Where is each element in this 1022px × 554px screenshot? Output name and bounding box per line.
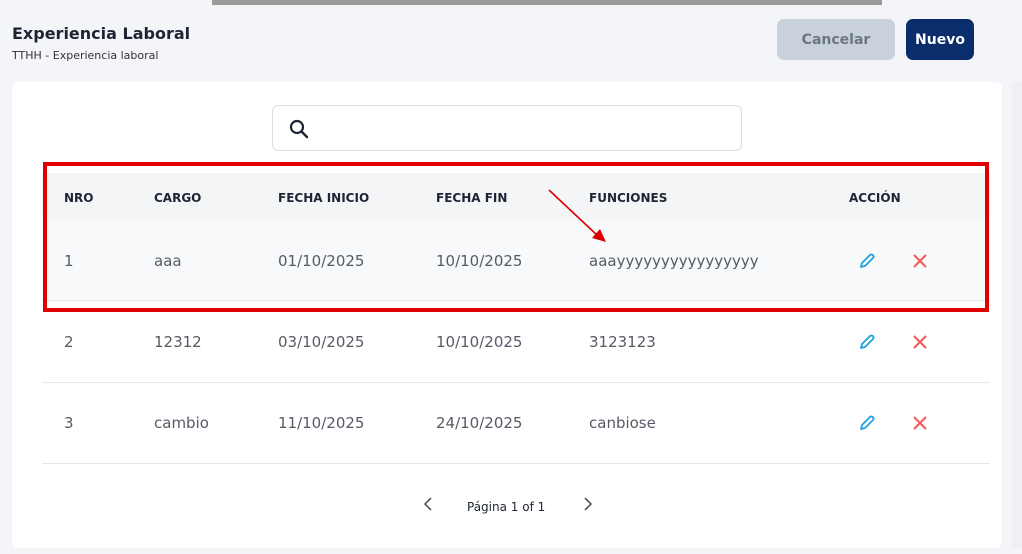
cell-fecha-fin: 10/10/2025 <box>436 252 523 270</box>
cell-nro: 1 <box>64 252 74 270</box>
cell-fecha-inicio: 01/10/2025 <box>278 252 365 270</box>
table-row: 2 12312 03/10/2025 10/10/2025 3123123 <box>42 302 990 383</box>
search-input[interactable] <box>321 114 725 144</box>
cell-fecha-fin: 10/10/2025 <box>436 333 523 351</box>
page-indicator: Página 1 of 1 <box>467 500 546 514</box>
close-icon[interactable] <box>910 251 930 271</box>
pencil-icon[interactable] <box>857 251 877 271</box>
close-icon[interactable] <box>910 413 930 433</box>
annotation-arrow-icon <box>548 189 606 242</box>
cell-funciones: canbiose <box>589 414 656 432</box>
col-nro: NRO <box>64 191 94 205</box>
top-strip <box>212 0 882 5</box>
cell-nro: 2 <box>64 333 74 351</box>
content-card: NRO CARGO FECHA INICIO FECHA FIN FUNCION… <box>12 82 1002 548</box>
new-button[interactable]: Nuevo <box>906 19 974 60</box>
cell-fecha-inicio: 03/10/2025 <box>278 333 365 351</box>
pencil-icon[interactable] <box>857 332 877 352</box>
cell-funciones: aaayyyyyyyyyyyyyyyy <box>589 252 759 270</box>
cell-funciones: 3123123 <box>589 333 656 351</box>
cancel-button[interactable]: Cancelar <box>777 19 895 60</box>
table-row: 1 aaa 01/10/2025 10/10/2025 aaayyyyyyyyy… <box>42 221 990 301</box>
col-fecha-fin: FECHA FIN <box>436 191 508 205</box>
search-box[interactable] <box>272 105 742 151</box>
cell-cargo: aaa <box>154 252 182 270</box>
search-icon <box>289 119 309 139</box>
table-header: NRO CARGO FECHA INICIO FECHA FIN FUNCION… <box>42 173 990 221</box>
col-accion: ACCIÓN <box>849 191 901 205</box>
chevron-right-icon[interactable] <box>580 494 596 514</box>
cell-nro: 3 <box>64 414 74 432</box>
close-icon[interactable] <box>910 332 930 352</box>
col-cargo: CARGO <box>154 191 202 205</box>
page-title: Experiencia Laboral <box>12 24 191 43</box>
col-fecha-inicio: FECHA INICIO <box>278 191 370 205</box>
scrollbar[interactable] <box>1012 82 1022 548</box>
cell-fecha-fin: 24/10/2025 <box>436 414 523 432</box>
breadcrumb: TTHH - Experiencia laboral <box>12 49 159 62</box>
cell-cargo: 12312 <box>154 333 202 351</box>
table-row: 3 cambio 11/10/2025 24/10/2025 canbiose <box>42 383 990 464</box>
chevron-left-icon[interactable] <box>420 494 436 514</box>
cell-fecha-inicio: 11/10/2025 <box>278 414 365 432</box>
pagination: Página 1 of 1 <box>12 486 1002 526</box>
cell-cargo: cambio <box>154 414 209 432</box>
pencil-icon[interactable] <box>857 413 877 433</box>
